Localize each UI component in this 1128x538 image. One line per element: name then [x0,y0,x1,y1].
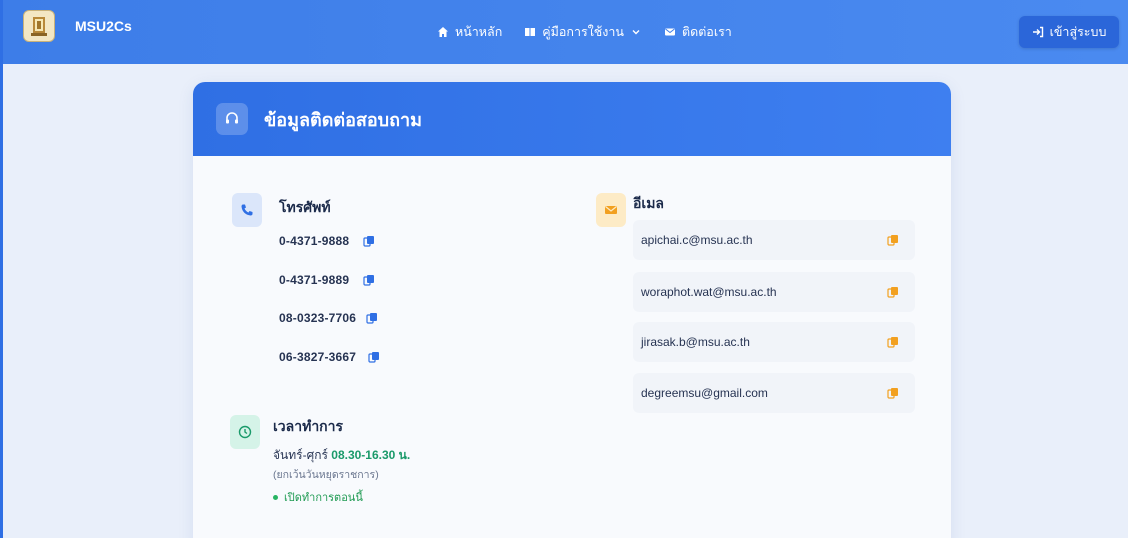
card-header: ข้อมูลติดต่อสอบถาม [193,82,951,156]
phone-section-title: โทรศัพท์ [279,199,331,215]
open-status-label: เปิดทำการตอนนี้ [284,492,363,504]
copy-icon[interactable] [887,234,899,246]
envelope-icon [596,193,626,227]
card-title: ข้อมูลติดต่อสอบถาม [264,109,422,130]
clock-icon [230,415,260,449]
email-item: apichai.c@msu.ac.th [633,220,915,260]
copy-icon[interactable] [363,274,375,286]
nav-contact[interactable]: ติดต่อเรา [664,22,732,42]
phone-item: 0-4371-9888 [279,234,375,248]
phone-item: 08-0323-7706 [279,311,378,325]
copy-icon[interactable] [363,235,375,247]
headset-icon [216,103,248,135]
email-address: degreemsu@gmail.com [641,386,768,400]
email-item: jirasak.b@msu.ac.th [633,322,915,362]
copy-icon[interactable] [887,387,899,399]
chevron-down-icon [632,30,640,35]
login-icon [1032,26,1043,38]
login-label: เข้าสู่ระบบ [1049,25,1107,39]
copy-icon[interactable] [366,312,378,324]
hours-days: จันทร์-ศุกร์ [273,448,328,462]
open-status: เปิดทำการตอนนี้ [273,488,363,506]
phone-number: 06-3827-3667 [279,350,357,364]
copy-icon[interactable] [368,351,380,363]
email-address: woraphot.wat@msu.ac.th [641,285,777,299]
phone-number: 08-0323-7706 [279,311,357,325]
home-icon [438,27,448,37]
email-address: jirasak.b@msu.ac.th [641,335,750,349]
email-section-title: อีเมล [633,195,665,211]
nav-manual-label: คู่มือการใช้งาน [542,25,624,39]
holiday-note: (ยกเว้นวันหยุดราชการ) [273,469,379,481]
login-button[interactable]: เข้าสู่ระบบ [1019,16,1119,48]
nav-home-label: หน้าหลัก [455,25,503,39]
nav-links: หน้าหลัก คู่มือการใช้งาน ติดต่อเรา [437,0,732,64]
email-item: degreemsu@gmail.com [633,373,915,413]
mail-icon [664,28,675,36]
university-logo-icon [23,10,55,42]
book-icon [525,28,536,36]
email-address: apichai.c@msu.ac.th [641,233,753,247]
phone-item: 06-3827-3667 [279,350,380,364]
brand-name: MSU2Cs [75,18,132,34]
copy-icon[interactable] [887,286,899,298]
phone-icon [232,193,262,227]
nav-home[interactable]: หน้าหลัก [437,22,502,42]
hours-section-title: เวลาทำการ [273,418,344,434]
navbar: MSU2Cs หน้าหลัก คู่มือการใช้งาน ติดต่อเร… [3,0,1128,64]
brand[interactable]: MSU2Cs [23,10,132,42]
phone-number: 0-4371-9889 [279,273,350,287]
contact-card: ข้อมูลติดต่อสอบถาม โทรศัพท์ 0-4371-9888 … [193,82,951,538]
phone-number: 0-4371-9888 [279,234,350,248]
status-dot-icon [273,494,278,500]
hours-text: จันทร์-ศุกร์ 08.30-16.30 น. [273,446,410,465]
nav-manual[interactable]: คู่มือการใช้งาน [524,22,642,42]
email-item: woraphot.wat@msu.ac.th [633,272,915,312]
nav-contact-label: ติดต่อเรา [681,25,732,39]
phone-item: 0-4371-9889 [279,273,375,287]
hours-time: 08.30-16.30 น. [331,448,411,462]
copy-icon[interactable] [887,336,899,348]
